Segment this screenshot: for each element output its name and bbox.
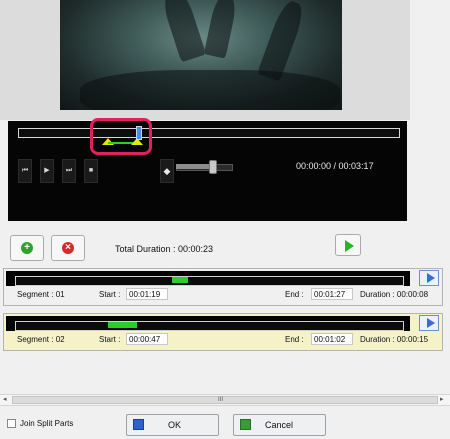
- start-time-field[interactable]: 00:01:19: [126, 288, 168, 300]
- scrollbar-thumb[interactable]: [12, 396, 438, 404]
- segment-label: Segment : 02: [17, 335, 65, 344]
- ok-button[interactable]: OK: [126, 414, 219, 436]
- exit-icon: [240, 419, 251, 430]
- segment-row-selected[interactable]: Segment : 02 Start : 00:00:47 End : 00:0…: [3, 313, 443, 351]
- segment-play-button[interactable]: [419, 315, 439, 331]
- segment-bar: [6, 316, 410, 331]
- scrollbar-grip: III: [218, 397, 224, 403]
- add-segment-button[interactable]: +: [10, 235, 44, 261]
- segment-bar: [6, 271, 410, 286]
- join-split-parts-label: Join Split Parts: [20, 419, 74, 428]
- segment-bar-track: [15, 276, 404, 286]
- join-split-parts-checkbox[interactable]: [7, 419, 16, 428]
- segment-range-fill: [172, 277, 188, 283]
- save-icon: [133, 419, 144, 430]
- start-label: Start :: [99, 335, 121, 344]
- video-hand-shape: [159, 0, 207, 63]
- end-label: End :: [285, 335, 304, 344]
- previous-icon: ⏮: [21, 167, 29, 174]
- start-label: Start :: [99, 290, 121, 299]
- play-icon: [427, 273, 435, 283]
- segment-play-button[interactable]: [419, 270, 439, 286]
- scroll-right-arrow-icon[interactable]: ▸: [440, 395, 444, 405]
- cancel-button[interactable]: Cancel: [233, 414, 326, 436]
- cancel-label: Cancel: [265, 420, 294, 430]
- volume-level-fill: [176, 164, 210, 169]
- previous-frame-button[interactable]: ⏮: [18, 159, 32, 183]
- horizontal-scrollbar[interactable]: ◂ III ▸: [0, 394, 450, 406]
- end-label: End :: [285, 290, 304, 299]
- next-frame-button[interactable]: ⏭: [62, 159, 76, 183]
- play-icon: [345, 240, 354, 252]
- segment-row[interactable]: Segment : 01 Start : 00:01:19 End : 00:0…: [3, 268, 443, 306]
- end-time-field[interactable]: 00:01:27: [311, 288, 353, 300]
- video-hand-shape: [257, 0, 307, 82]
- preview-play-button[interactable]: [335, 234, 361, 256]
- start-time-field[interactable]: 00:00:47: [126, 333, 168, 345]
- volume-icon: ◆: [163, 166, 171, 176]
- stop-icon: ■: [88, 167, 94, 174]
- play-icon: ▶: [44, 167, 50, 174]
- remove-segment-button[interactable]: ×: [51, 235, 85, 261]
- highlight-annotation-box: [90, 118, 152, 155]
- end-time-field[interactable]: 00:01:02: [311, 333, 353, 345]
- play-icon: [427, 318, 435, 328]
- total-duration-label: Total Duration : 00:00:23: [115, 244, 214, 254]
- video-crowd-shape: [80, 70, 340, 110]
- segment-label: Segment : 01: [17, 290, 65, 299]
- scroll-left-arrow-icon[interactable]: ◂: [3, 395, 7, 405]
- segment-bar-track: [15, 321, 404, 331]
- volume-button[interactable]: ◆: [160, 159, 174, 183]
- remove-icon: ×: [62, 242, 74, 254]
- ok-label: OK: [168, 420, 182, 430]
- volume-slider-thumb[interactable]: [209, 160, 217, 174]
- next-icon: ⏭: [65, 167, 73, 174]
- stop-button[interactable]: ■: [84, 159, 98, 183]
- segment-duration: Duration : 00:00:15: [360, 335, 429, 344]
- timeline-track[interactable]: [18, 128, 400, 138]
- time-readout: 00:00:00 / 00:03:17: [296, 161, 374, 171]
- video-preview: [60, 0, 342, 110]
- play-button[interactable]: ▶: [40, 159, 54, 183]
- add-icon: +: [21, 242, 33, 254]
- segment-range-fill: [108, 322, 137, 328]
- video-hand-shape: [203, 0, 239, 59]
- segment-duration: Duration : 00:00:08: [360, 290, 429, 299]
